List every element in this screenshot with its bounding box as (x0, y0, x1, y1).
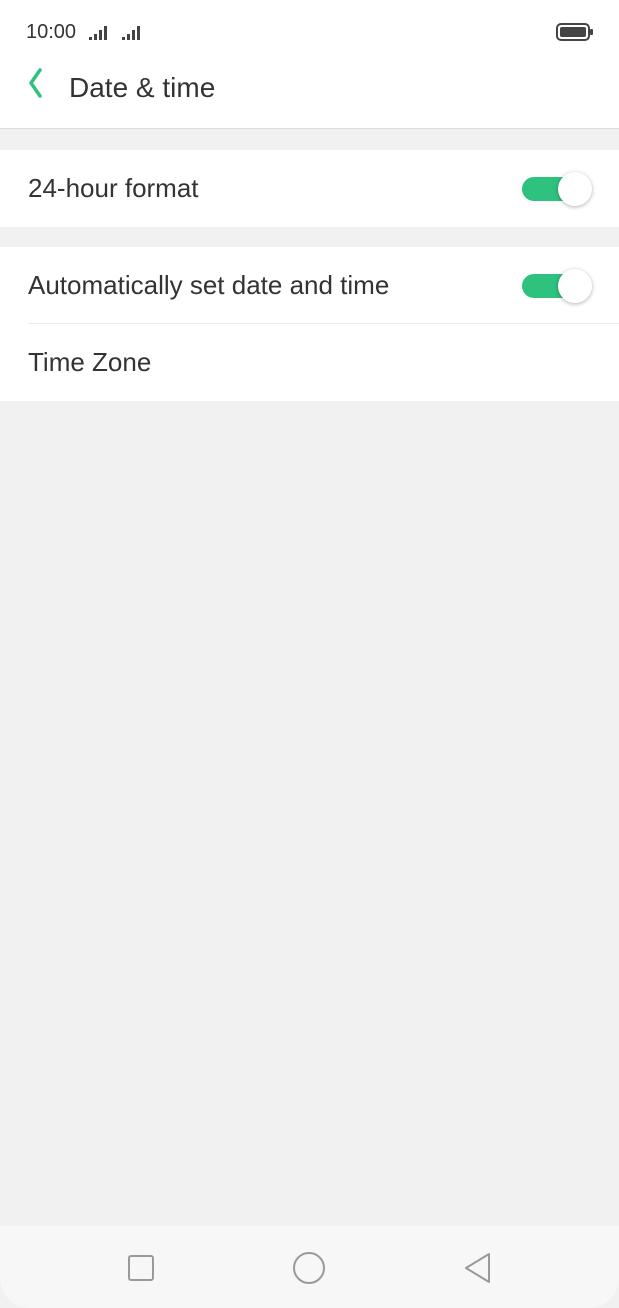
triangle-back-icon[interactable] (458, 1248, 498, 1288)
status-bar: 10:00 (0, 0, 619, 60)
setting-time-zone[interactable]: Time Zone (0, 324, 619, 401)
battery-icon (556, 23, 593, 41)
setting-automatic-date-time[interactable]: Automatically set date and time (0, 247, 619, 324)
setting-label: Time Zone (28, 347, 152, 377)
setting-label: Automatically set date and time (28, 270, 390, 300)
setting-label: 24-hour format (28, 173, 199, 203)
status-time: 10:00 (26, 21, 77, 43)
toggle-knob (558, 269, 592, 303)
toggle-knob (558, 172, 592, 206)
circle-icon[interactable] (289, 1248, 329, 1288)
square-icon[interactable] (121, 1248, 161, 1288)
chevron-left-icon (29, 68, 42, 98)
signal-icon (122, 26, 140, 40)
app-header: Date & time (0, 60, 619, 129)
auto-settings-group: Automatically set date and time Time Zon… (0, 247, 619, 401)
back-button[interactable] (16, 68, 56, 108)
signal-icon (89, 26, 107, 40)
setting-24-hour-format[interactable]: 24-hour format (0, 150, 619, 227)
navigation-bar (0, 1226, 619, 1308)
auto-date-time-toggle[interactable] (522, 269, 594, 303)
format-settings-group: 24-hour format (0, 150, 619, 227)
24-hour-format-toggle[interactable] (522, 172, 594, 206)
page-title: Date & time (69, 72, 216, 103)
